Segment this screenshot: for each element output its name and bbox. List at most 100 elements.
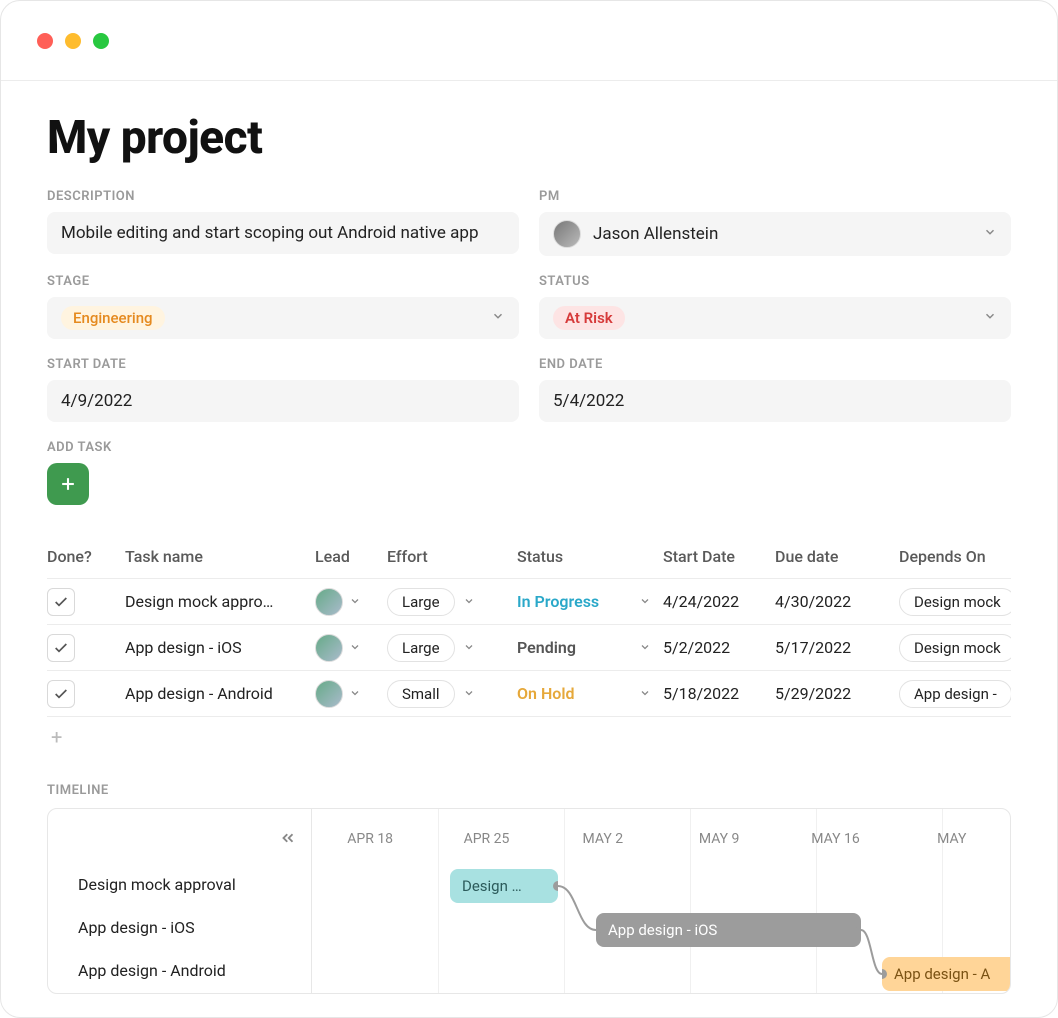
description-field[interactable]: Mobile editing and start scoping out And…: [47, 212, 519, 254]
chevron-down-icon: [463, 638, 475, 657]
add-task-button[interactable]: [47, 463, 89, 505]
chevron-down-icon: [349, 638, 361, 657]
chevron-down-icon: [349, 684, 361, 703]
start-date-label: START DATE: [47, 357, 519, 372]
due-date-cell[interactable]: 5/17/2022: [775, 638, 899, 657]
chevron-down-icon: [349, 592, 361, 611]
col-status: Status: [517, 547, 663, 566]
timeline-chart[interactable]: APR 18APR 25MAY 2MAY 9MAY 16MAY Design ……: [312, 809, 1010, 993]
check-icon: [53, 640, 69, 656]
effort-pill: Small: [387, 680, 455, 708]
timeline-bar[interactable]: App design - A: [882, 957, 1010, 991]
timeline: Design mock approvalApp design - iOSApp …: [47, 808, 1011, 994]
status-cell[interactable]: In Progress: [517, 592, 663, 611]
task-name-cell[interactable]: Design mock appro…: [125, 592, 315, 611]
effort-cell[interactable]: Small: [387, 680, 517, 708]
status-cell[interactable]: Pending: [517, 638, 663, 657]
start-date-cell[interactable]: 5/2/2022: [663, 638, 775, 657]
depends-on-cell[interactable]: Design mock: [899, 634, 1011, 662]
timeline-bar[interactable]: Design …: [450, 869, 558, 903]
plus-icon: [58, 474, 78, 494]
window-close-button[interactable]: [37, 33, 53, 49]
lead-cell[interactable]: [315, 634, 387, 662]
status-value: In Progress: [517, 592, 599, 611]
chevron-down-icon: [639, 684, 651, 703]
status-label: STATUS: [539, 274, 1011, 289]
link-dot-icon: [856, 925, 861, 935]
chevron-double-left-icon: [279, 829, 297, 847]
effort-pill: Large: [387, 634, 455, 662]
link-dot-icon: [596, 925, 601, 935]
timeline-collapse-button[interactable]: [279, 829, 297, 851]
effort-cell[interactable]: Large: [387, 588, 517, 616]
chevron-down-icon: [639, 638, 651, 657]
pm-avatar: [553, 220, 581, 248]
chevron-down-icon: [983, 224, 997, 244]
stage-label: STAGE: [47, 274, 519, 289]
lead-avatar: [315, 634, 343, 662]
due-date-cell[interactable]: 5/29/2022: [775, 684, 899, 703]
col-due-date: Due date: [775, 547, 899, 566]
lead-avatar: [315, 588, 343, 616]
start-date-cell[interactable]: 4/24/2022: [663, 592, 775, 611]
start-date-value: 4/9/2022: [61, 391, 132, 411]
chevron-down-icon: [463, 592, 475, 611]
lead-avatar: [315, 680, 343, 708]
col-start-date: Start Date: [663, 547, 775, 566]
effort-cell[interactable]: Large: [387, 634, 517, 662]
start-date-cell[interactable]: 5/18/2022: [663, 684, 775, 703]
col-effort: Effort: [387, 547, 517, 566]
timeline-bar[interactable]: App design - iOS: [596, 913, 861, 947]
end-date-label: END DATE: [539, 357, 1011, 372]
depends-on-pill: Design mock: [899, 588, 1011, 616]
col-done: Done?: [47, 547, 125, 566]
pm-select[interactable]: Jason Allenstein: [539, 212, 1011, 256]
table-row: Design mock appro… Large In Progress 4/2…: [47, 579, 1011, 625]
window-minimize-button[interactable]: [65, 33, 81, 49]
window-titlebar: [1, 1, 1057, 81]
task-name-cell[interactable]: App design - iOS: [125, 638, 315, 657]
status-cell[interactable]: On Hold: [517, 684, 663, 703]
timeline-task-label: App design - iOS: [48, 906, 311, 949]
task-table: Done? Task name Lead Effort Status Start…: [47, 547, 1011, 749]
depends-on-cell[interactable]: Design mock: [899, 588, 1011, 616]
link-dot-icon: [882, 969, 887, 979]
end-date-value: 5/4/2022: [553, 391, 624, 411]
add-row-button[interactable]: +: [47, 717, 1011, 749]
pm-name: Jason Allenstein: [593, 224, 718, 244]
check-icon: [53, 594, 69, 610]
status-tag: At Risk: [553, 306, 625, 330]
col-lead: Lead: [315, 547, 387, 566]
end-date-field[interactable]: 5/4/2022: [539, 380, 1011, 422]
content-area: My project DESCRIPTION Mobile editing an…: [1, 81, 1057, 1017]
start-date-field[interactable]: 4/9/2022: [47, 380, 519, 422]
stage-select[interactable]: Engineering: [47, 297, 519, 339]
effort-pill: Large: [387, 588, 455, 616]
col-task-name: Task name: [125, 547, 315, 566]
col-depends-on: Depends On: [899, 547, 1011, 566]
chevron-down-icon: [639, 592, 651, 611]
depends-on-pill: App design -: [899, 680, 1011, 708]
chevron-down-icon: [491, 308, 505, 328]
pm-label: PM: [539, 189, 1011, 204]
add-task-label: ADD TASK: [47, 440, 1011, 455]
link-dot-icon: [553, 881, 558, 891]
window-zoom-button[interactable]: [93, 33, 109, 49]
status-value: On Hold: [517, 684, 575, 703]
depends-on-cell[interactable]: App design -: [899, 680, 1011, 708]
done-checkbox[interactable]: [47, 588, 75, 616]
status-select[interactable]: At Risk: [539, 297, 1011, 339]
done-checkbox[interactable]: [47, 680, 75, 708]
lead-cell[interactable]: [315, 588, 387, 616]
timeline-label: TIMELINE: [47, 783, 1011, 798]
task-name-cell[interactable]: App design - Android: [125, 684, 315, 703]
chevron-down-icon: [463, 684, 475, 703]
due-date-cell[interactable]: 4/30/2022: [775, 592, 899, 611]
lead-cell[interactable]: [315, 680, 387, 708]
project-meta-grid: DESCRIPTION Mobile editing and start sco…: [47, 189, 1011, 422]
page-title: My project: [47, 111, 1011, 165]
check-icon: [53, 686, 69, 702]
done-checkbox[interactable]: [47, 634, 75, 662]
description-label: DESCRIPTION: [47, 189, 519, 204]
chevron-down-icon: [983, 308, 997, 328]
